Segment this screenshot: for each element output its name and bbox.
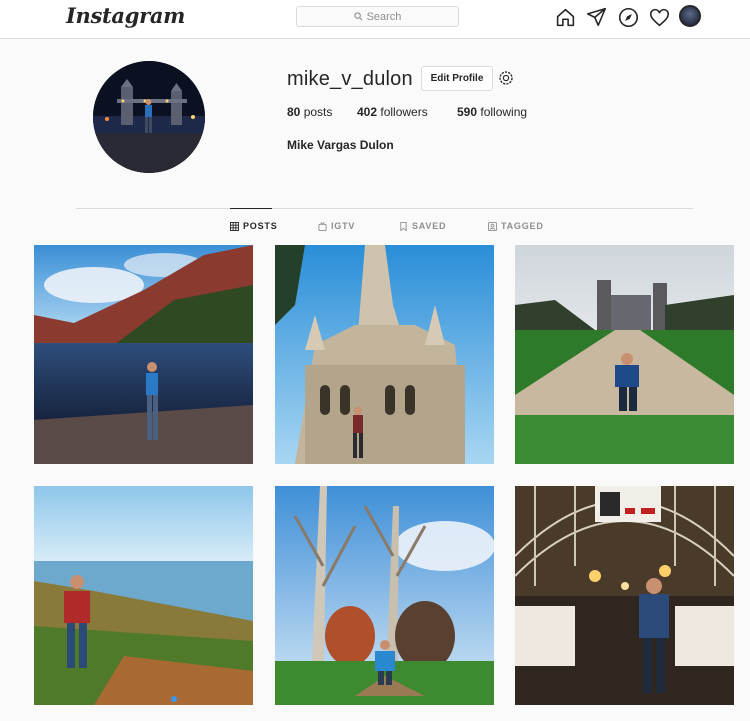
home-icon[interactable] [555,7,576,28]
igtv-icon [318,221,327,231]
tag-icon [488,221,497,231]
following-stat[interactable]: 590 following [457,105,527,119]
tab-tagged[interactable]: TAGGED [488,221,544,231]
following-label: following [480,105,528,119]
profile-full-name: Mike Vargas Dulon [287,138,394,152]
instagram-logo[interactable]: Instagram [66,3,185,28]
post-thumbnail[interactable] [34,245,253,464]
search-icon [353,12,363,21]
posts-label: posts [303,105,333,119]
direct-message-icon[interactable] [586,6,607,27]
top-nav-bar: Instagram Search [0,0,750,39]
followers-count: 402 [357,105,378,119]
grid-icon [230,221,239,231]
profile-avatar-nav[interactable] [679,5,701,27]
explore-icon[interactable] [618,7,639,28]
profile-avatar[interactable] [93,61,205,173]
search-placeholder: Search [366,10,402,23]
search-input[interactable]: Search [296,6,459,27]
post-thumbnail[interactable] [515,486,734,705]
tab-igtv[interactable]: IGTV [318,221,355,231]
active-tab-indicator [230,208,272,209]
settings-gear-icon[interactable] [497,69,515,87]
bookmark-icon [400,221,407,231]
post-thumbnail[interactable] [34,486,253,705]
followers-stat[interactable]: 402 followers [357,105,428,119]
following-count: 590 [457,105,478,119]
edit-profile-button[interactable]: Edit Profile [421,66,493,91]
post-thumbnail[interactable] [515,245,734,464]
profile-username: mike_v_dulon [287,68,413,90]
followers-label: followers [380,105,428,119]
tab-tagged-label: TAGGED [501,221,544,231]
tab-saved[interactable]: SAVED [399,221,446,231]
tabs-divider [76,208,693,209]
tab-posts[interactable]: POSTS [230,221,278,231]
post-thumbnail[interactable] [275,486,494,705]
tab-saved-label: SAVED [412,221,447,231]
activity-heart-icon[interactable] [649,7,670,28]
tab-igtv-label: IGTV [331,221,356,231]
tab-posts-label: POSTS [243,221,278,231]
post-thumbnail[interactable] [275,245,494,464]
posts-count: 80 [287,105,301,119]
posts-stat: 80 posts [287,105,332,119]
